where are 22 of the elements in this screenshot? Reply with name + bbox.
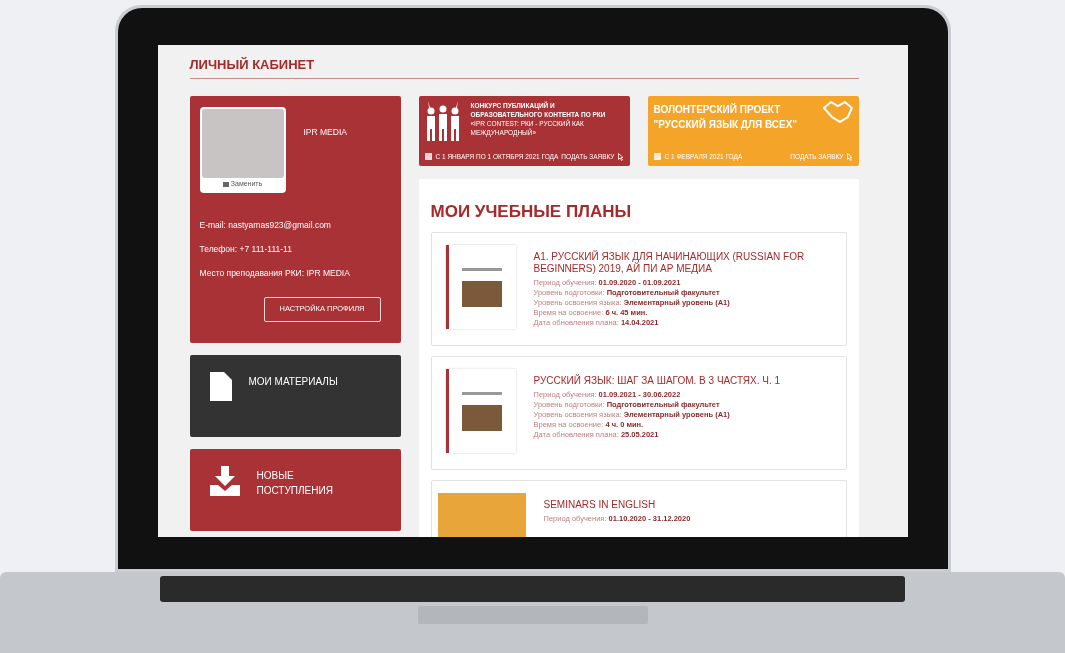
people-icon [424,100,461,141]
profile-name: IPR MEDIA [303,125,347,139]
plan-card[interactable] [430,356,847,470]
cursor-icon [617,152,624,161]
cursor-icon [846,152,853,161]
plan-title[interactable]: РУССКИЙ ЯЗЫК: ШАГ ЗА ШАГОМ. В 3 ЧАСТЯХ. Ч. 1 [533,375,780,387]
download-icon [209,465,240,496]
page-title: ЛИЧНЫЙ КАБИНЕТ [189,55,859,79]
menu-tile[interactable]: НОВЫЕ ПОСТУПЛЕНИЯ [189,448,401,531]
plan-title[interactable]: А1. РУССКИЙ ЯЗЫК ДЛЯ НАЧИНАЮЩИХ (RUSSIAN FOR BEGINNERS) 2019, АЙ ПИ АР МЕДИА [533,251,838,275]
plan-card[interactable] [430,232,847,346]
image-icon [222,181,229,187]
banner-title: ВОЛОНТЕРСКИЙ ПРОЕКТ "РУССКИЙ ЯЗЫК ДЛЯ ВСЕХ" [653,102,799,132]
menu-tile[interactable]: МОИ МАТЕРИАЛЫ [189,354,401,437]
calendar-icon [653,153,661,161]
calendar-icon [424,153,432,161]
profile-detail: E-mail: nastyamas923@gmail.com [199,219,332,231]
document-icon [209,371,232,401]
profile-detail: Телефон: +7 111-111-11 [199,243,293,255]
section-title: МОИ УЧЕБНЫЕ ПЛАНЫ [430,200,633,223]
profile-detail: Место преподавания РКИ: IPR MEDIA [199,267,351,279]
plan-title[interactable]: SEMINARS IN ENGLISH [543,499,691,511]
